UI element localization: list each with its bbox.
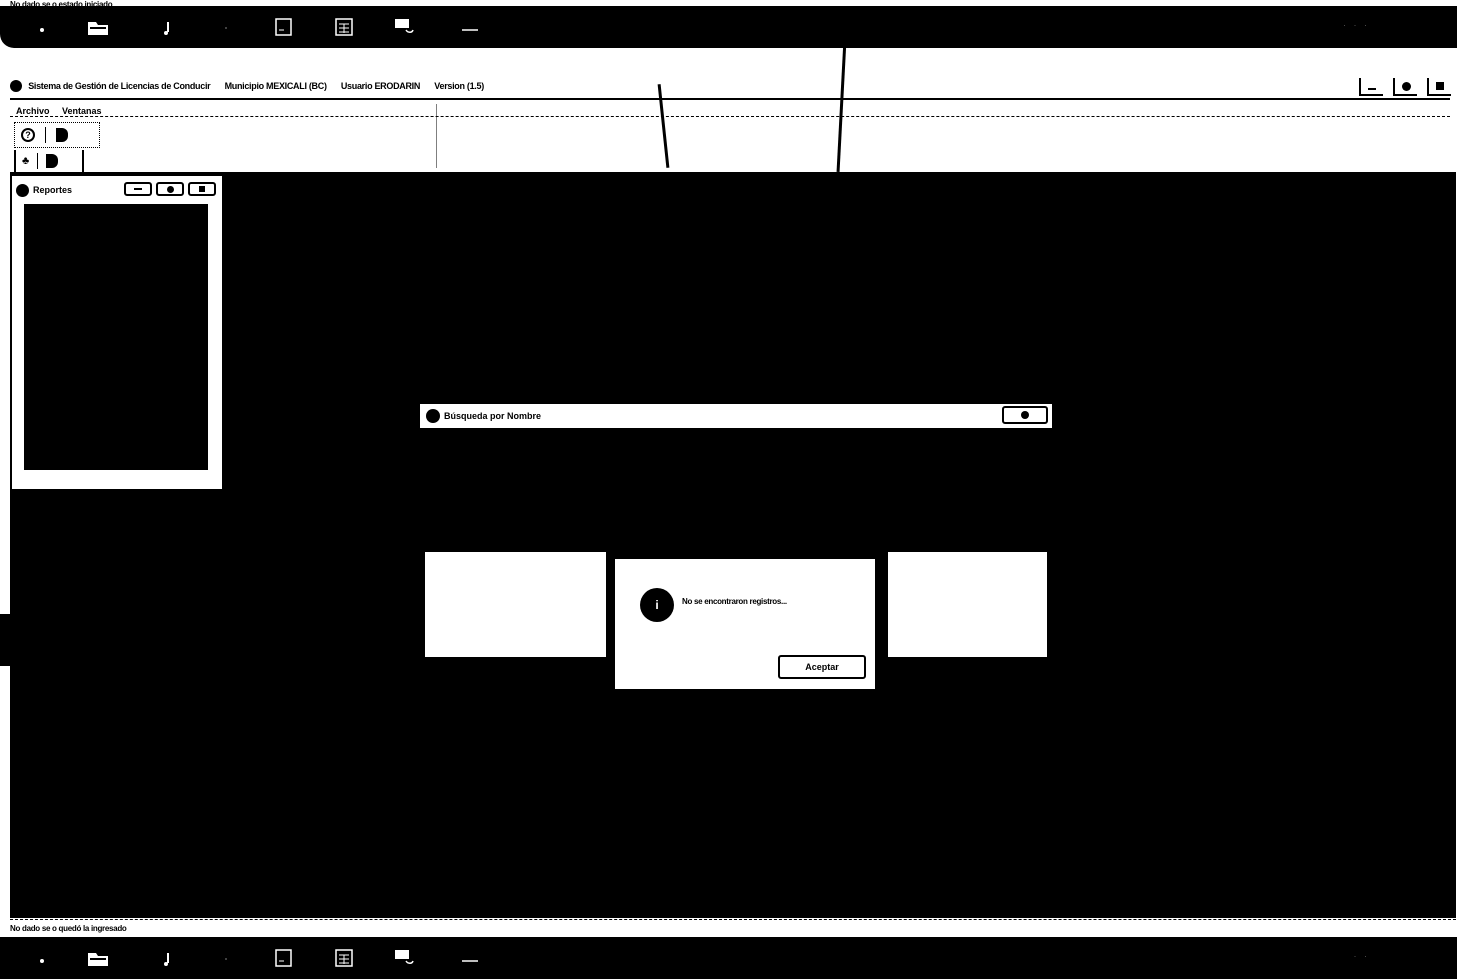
close-button[interactable]	[1427, 78, 1451, 96]
panel-title: Reportes	[33, 185, 73, 195]
taskbar-bottom: · ·	[0, 937, 1457, 979]
busqueda-title: Búsqueda por Nombre	[444, 411, 542, 421]
menu-archivo[interactable]: Archivo	[16, 106, 50, 116]
toolbar-separator	[37, 153, 39, 169]
minimize-icon	[1368, 88, 1376, 90]
help-icon[interactable]: ?	[21, 128, 35, 142]
window-title-bar: Sistema de Gestión de Licencias de Condu…	[10, 80, 1450, 100]
close-icon	[1021, 411, 1029, 419]
panel-minimize-button[interactable]	[124, 182, 152, 196]
title-divider	[10, 98, 1450, 100]
status-divider	[10, 919, 1456, 920]
menubar: Archivo Ventanas	[16, 106, 112, 116]
scan-edge-mark	[0, 614, 10, 666]
folder-icon[interactable]	[86, 16, 110, 38]
panel-restore-button[interactable]	[156, 182, 184, 196]
close-icon	[199, 186, 205, 192]
tray-area: · · ·	[1343, 20, 1367, 30]
app-icon	[10, 80, 22, 92]
busqueda-window-title: Búsqueda por Nombre	[420, 404, 1052, 428]
secondary-toolbar: ♣	[14, 150, 84, 172]
exit-icon[interactable]	[56, 128, 68, 142]
mdi-desktop	[10, 172, 1456, 918]
version-label: Version (1.5)	[434, 81, 484, 91]
panel-close-button[interactable]	[188, 182, 216, 196]
blank-icon[interactable]	[214, 16, 238, 38]
start-icon[interactable]	[32, 947, 56, 969]
restore-icon	[1401, 81, 1411, 91]
restore-icon	[166, 185, 174, 193]
menu-divider	[10, 116, 1450, 117]
usuario-label: Usuario ERODARIN	[340, 81, 421, 91]
blank-icon[interactable]	[214, 947, 238, 969]
monitor-icon[interactable]	[392, 16, 416, 38]
music-icon[interactable]	[156, 16, 180, 38]
scan-scratch	[836, 40, 847, 172]
minimize-button[interactable]	[1359, 78, 1383, 96]
calculator-icon[interactable]	[332, 947, 356, 969]
tray-area: · ·	[1353, 951, 1368, 961]
document-icon[interactable]	[272, 947, 296, 969]
dialog-message: No se encontraron registros...	[682, 597, 787, 606]
exit-icon[interactable]	[46, 154, 59, 168]
folder-icon[interactable]	[86, 947, 110, 969]
minimize-icon	[134, 188, 142, 190]
minus-icon[interactable]	[458, 947, 482, 969]
info-icon: i	[640, 588, 674, 622]
busqueda-body-right	[888, 552, 1050, 660]
main-toolbar: ?	[14, 122, 100, 148]
calculator-icon[interactable]	[332, 16, 356, 38]
close-icon	[1436, 82, 1444, 90]
reportes-panel-body	[24, 204, 208, 470]
busqueda-close-button[interactable]	[1002, 406, 1048, 424]
taskbar-top: · · ·	[0, 6, 1457, 48]
accept-button[interactable]: Aceptar	[778, 655, 866, 679]
monitor-icon[interactable]	[392, 947, 416, 969]
music-icon[interactable]	[156, 947, 180, 969]
scan-scratch	[436, 104, 437, 168]
busqueda-body-left	[422, 552, 606, 660]
panel-icon	[16, 183, 29, 197]
restore-button[interactable]	[1393, 78, 1417, 96]
municipio-label: Municipio MEXICALI (BC)	[224, 81, 327, 91]
menu-ventanas[interactable]: Ventanas	[62, 106, 102, 116]
minus-icon[interactable]	[458, 16, 482, 38]
status-bar-text: No dado se o quedó la ingresado	[10, 924, 127, 933]
users-icon[interactable]: ♣	[22, 155, 29, 167]
panel-controls	[124, 182, 216, 196]
toolbar-separator	[45, 127, 46, 143]
document-icon[interactable]	[272, 16, 296, 38]
start-icon[interactable]	[32, 16, 56, 38]
window-controls	[1359, 78, 1451, 96]
app-title: Sistema de Gestión de Licencias de Condu…	[28, 81, 211, 91]
reportes-panel-header: Reportes	[16, 180, 218, 200]
window-icon	[426, 409, 440, 423]
